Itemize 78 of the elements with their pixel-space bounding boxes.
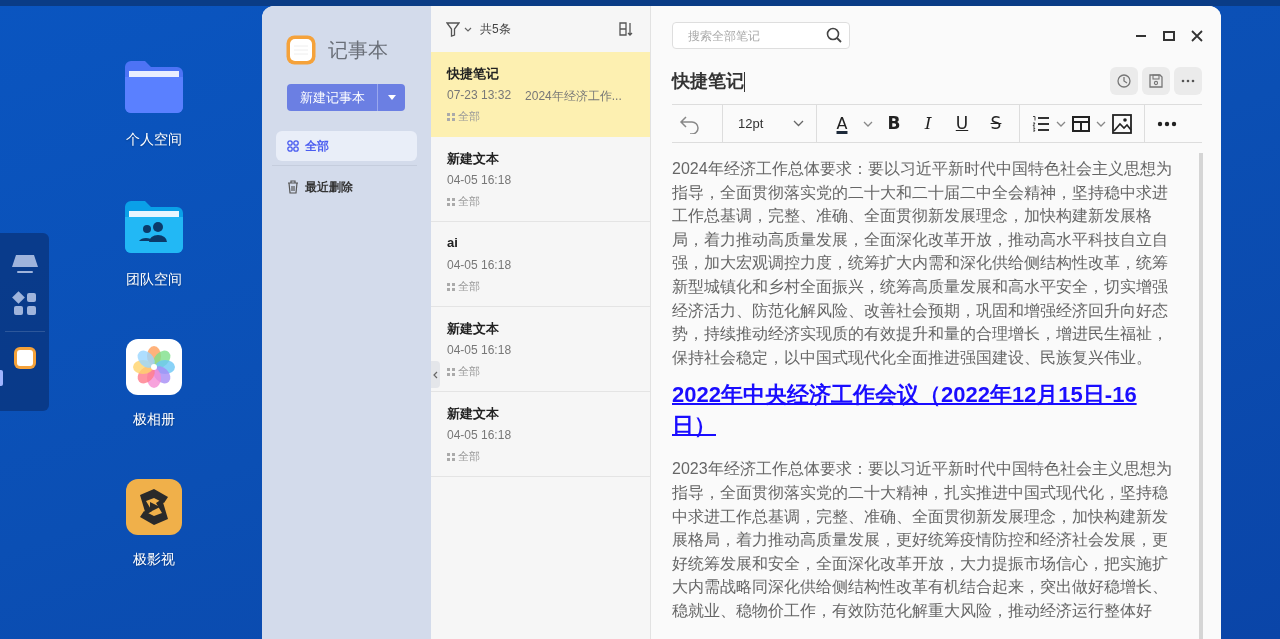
app-label: 极相册 xyxy=(133,411,175,429)
sort-icon[interactable] xyxy=(618,21,634,37)
notepad-icon[interactable] xyxy=(12,346,37,370)
scrollbar[interactable] xyxy=(1199,153,1203,639)
caret-icon xyxy=(387,95,396,100)
new-notebook-button[interactable]: 新建记事本 xyxy=(287,84,377,111)
note-title: ai xyxy=(447,235,459,252)
app-label: 极影视 xyxy=(133,551,175,569)
chevron-down-icon[interactable] xyxy=(464,26,472,32)
paragraph: 2023年经济工作总体要求：要以习近平新时代中国特色社会主义思想为指导，全面贯彻落实党的二十大精神，扎实推进中国式现代化，坚持稳中求进工作总基调，完整、准确、全面贯彻新发展理念，加快构建新发展格局，着力推动高质量发展，更好统筹疫情防控和经济社会发展，更好统筹发展和安全，全面深化改革开放，大力提振市场信心，把实施扩大内需战略同深化供给侧结构性改革有机结合起来，突出做好稳增长、稳就业、稳物价工作，有效防范化解重大风险，推动经济运行整体好 xyxy=(672,459,1173,621)
chevron-down-icon xyxy=(793,120,804,127)
chevron-down-icon[interactable] xyxy=(1056,120,1066,127)
app-label: 团队空间 xyxy=(126,271,182,289)
note-time: 04-05 16:18 xyxy=(447,173,512,189)
note-title: 新建文本 xyxy=(447,405,500,423)
folder-icon[interactable] xyxy=(123,59,185,115)
grid-icon xyxy=(447,112,455,121)
note-count: 共5条 xyxy=(480,20,512,38)
app-title: 记事本 xyxy=(328,37,388,63)
paragraph: 2024年经济工作总体要求：要以习近平新时代中国特色社会主义思想为指导，全面贯彻落实党的二十大和二十届二中全会精神，坚持稳中求进工作总基调，完整、准确、全面贯彻新发展理念，加快构建新发展格局，着力推动高质量发展，全面深化改革开放，推动高水平科技自立自强，加大宏观调控力度，统筹扩大内需和深化供给侧结构性改革，统筹新型城镇化和乡村全面振兴，统筹高质量发展和高水平安全，切实增强经济活力、防范化解风险、改善社会预期，巩固和增强经济回升向好态势，持续推动经济实现质的有效提升和量的合理增长，增进民生福祉，保持社会稳定，以中国式现代化全面推进强国建设、民族复兴伟业。 xyxy=(672,159,1173,368)
search-field[interactable]: 搜索全部笔记 xyxy=(672,22,850,49)
numbered-list-icon[interactable] xyxy=(1032,114,1050,133)
table-icon[interactable] xyxy=(1072,115,1090,132)
maximize-icon[interactable] xyxy=(1163,29,1175,42)
note-folder: 全部 xyxy=(458,109,480,124)
filter-icon[interactable] xyxy=(446,21,460,37)
save-button[interactable] xyxy=(1142,67,1170,95)
strikethrough-button[interactable]: S xyxy=(983,109,1009,138)
note-title: 新建文本 xyxy=(447,320,500,338)
note-time: 04-05 16:18 xyxy=(447,428,512,444)
collapse-handle[interactable] xyxy=(431,361,440,388)
note-title: 快捷笔记 xyxy=(447,65,500,83)
bold-button[interactable]: B xyxy=(881,109,907,138)
more-icon[interactable] xyxy=(1157,120,1177,127)
grid-icon xyxy=(447,452,455,461)
note-folder: 全部 xyxy=(458,279,480,294)
note-item[interactable]: 新建文本 04-05 16:18 全部 xyxy=(431,392,650,477)
font-size-dropdown[interactable]: 12pt xyxy=(723,109,816,138)
app-label: 个人空间 xyxy=(126,131,182,149)
flower-icon[interactable] xyxy=(126,339,182,395)
note-time: 07-23 13:32 xyxy=(447,88,512,104)
active-indicator xyxy=(0,370,3,386)
note-item[interactable]: 新建文本 04-05 16:18 全部 xyxy=(431,137,650,222)
note-preview: 2024年经济工作... xyxy=(525,88,622,105)
note-item[interactable]: 快捷笔记 07-23 13:32 2024年经济工作... 全部 xyxy=(431,52,650,137)
history-button[interactable] xyxy=(1110,67,1138,95)
clock-icon xyxy=(1116,73,1132,89)
note-folder: 全部 xyxy=(458,364,480,379)
image-icon[interactable] xyxy=(1112,113,1132,134)
note-title: 新建文本 xyxy=(447,150,500,168)
note-title-field[interactable]: 快捷笔记 xyxy=(672,69,1106,93)
text-color-button[interactable]: A xyxy=(829,109,855,138)
close-icon[interactable] xyxy=(1191,29,1203,42)
team-folder-icon[interactable] xyxy=(123,199,185,255)
nav-item[interactable]: 全部 xyxy=(276,131,417,161)
undo-icon[interactable] xyxy=(679,113,701,134)
heading-link[interactable]: 2022年中央经济工作会议（2022年12月15日-16日） xyxy=(672,379,1174,442)
note-time: 04-05 16:18 xyxy=(447,258,512,274)
chevron-down-icon[interactable] xyxy=(1096,120,1106,127)
note-time: 04-05 16:18 xyxy=(447,343,512,359)
note-folder: 全部 xyxy=(458,449,480,464)
film-play-icon[interactable] xyxy=(126,479,182,535)
notepad-icon xyxy=(286,35,316,65)
nav-item[interactable]: 最近删除 xyxy=(276,172,417,202)
trash-icon xyxy=(287,180,299,194)
grid-icon xyxy=(287,140,299,152)
dropdown-button[interactable] xyxy=(377,84,405,111)
grid-icon xyxy=(447,367,455,376)
note-item[interactable]: ai 04-05 16:18 全部 xyxy=(431,222,650,307)
chevron-down-icon[interactable] xyxy=(863,120,873,127)
apps-grid-icon[interactable] xyxy=(11,291,38,317)
chevron-left-icon xyxy=(433,370,438,379)
grid-icon xyxy=(447,197,455,206)
search-icon[interactable] xyxy=(826,27,842,43)
italic-button[interactable]: I xyxy=(915,109,941,138)
grid-icon xyxy=(447,282,455,291)
note-folder: 全部 xyxy=(458,194,480,209)
underline-button[interactable]: U xyxy=(949,109,975,138)
